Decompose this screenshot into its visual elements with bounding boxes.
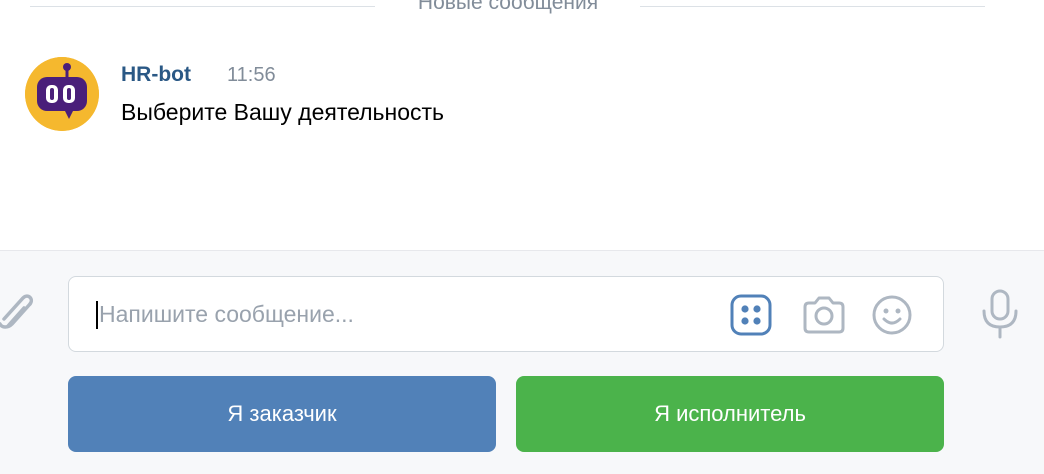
divider-line-right <box>640 6 985 7</box>
new-messages-divider: Новые сообщения <box>0 0 1044 20</box>
bot-avatar[interactable] <box>25 57 99 131</box>
smile-icon[interactable] <box>871 294 913 336</box>
microphone-icon[interactable] <box>978 289 1022 339</box>
message-text: Выберите Вашу деятельность <box>121 99 445 125</box>
message-time: 11:56 <box>227 64 276 86</box>
executor-button[interactable]: Я исполнитель <box>516 376 944 452</box>
customer-button[interactable]: Я заказчик <box>68 376 496 452</box>
message-input-placeholder: Напишите сообщение... <box>99 301 354 327</box>
paperclip-icon[interactable] <box>0 290 36 336</box>
new-messages-label: Новые сообщения <box>417 0 599 14</box>
message-input[interactable]: Напишите сообщение... <box>68 276 944 352</box>
text-caret <box>96 301 98 329</box>
chat-window: Новые сообщения HR-bot 11:56 Выберите Ва… <box>0 0 1044 474</box>
camera-icon[interactable] <box>801 294 847 336</box>
bot-keyboard-icon[interactable] <box>730 294 772 336</box>
divider-line-left <box>30 6 375 7</box>
message-author[interactable]: HR-bot <box>121 63 191 87</box>
